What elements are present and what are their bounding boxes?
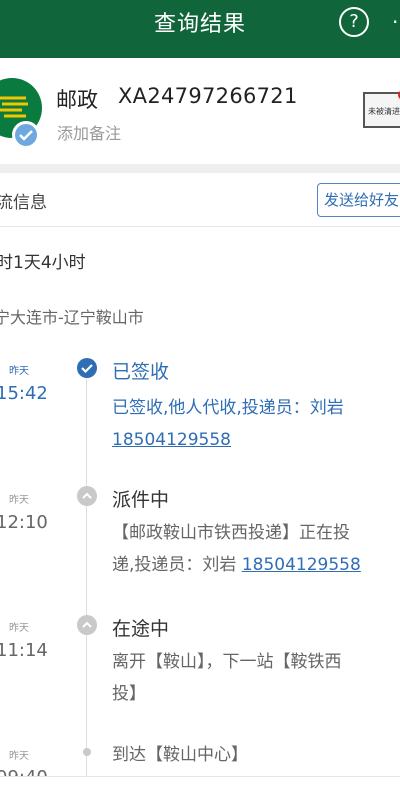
event-description: 已签收,他人代收,投递员：刘岩 bbox=[112, 398, 344, 418]
help-icon[interactable]: ? bbox=[339, 7, 369, 37]
send-to-friend-button[interactable]: 发送给好友 bbox=[317, 183, 400, 217]
event-status: 在途中 bbox=[112, 618, 170, 640]
event-description-text: 递,投递员：刘岩 bbox=[112, 555, 242, 575]
event-description-line2: 递,投递员：刘岩 18504129558 bbox=[112, 550, 400, 580]
divider bbox=[0, 226, 400, 227]
transit-duration: 时1天4小时 bbox=[0, 253, 86, 273]
event-date: 昨天 bbox=[9, 623, 29, 634]
chevron-up-icon bbox=[77, 486, 97, 506]
checkmark-icon bbox=[19, 130, 33, 141]
event-date: 昨天 bbox=[9, 366, 29, 377]
china-post-logo-mark bbox=[0, 96, 28, 118]
event-description-line2: 投】 bbox=[112, 684, 146, 704]
courier-phone-link[interactable]: 18504129558 bbox=[242, 555, 361, 575]
event-date: 昨天 bbox=[9, 495, 29, 506]
top-app-bar: 查询结果 ? · bbox=[0, 0, 400, 58]
event-description: 离开【鞍山】，下一站【鞍铁西 bbox=[112, 652, 342, 672]
carrier-name: 邮政 bbox=[56, 88, 98, 112]
add-remark-link[interactable]: 添加备注 bbox=[57, 120, 121, 144]
logistics-section-title: 流信息 bbox=[0, 193, 47, 213]
event-time: 15:42 bbox=[0, 383, 48, 404]
tracking-number: XA24797266721 bbox=[118, 84, 298, 108]
stamp-thumbnail[interactable]: 未被清进 bbox=[363, 90, 400, 128]
event-time: 11:14 bbox=[0, 640, 48, 661]
chevron-up-icon bbox=[77, 615, 97, 635]
stamp-text: 未被清进 bbox=[368, 107, 400, 116]
event-status: 到达【鞍山中心】 bbox=[112, 745, 248, 765]
event-description: 【邮政鞍山市铁西投递】正在投 bbox=[112, 523, 350, 543]
timeline-line bbox=[86, 368, 87, 778]
timeline-dot bbox=[83, 748, 91, 756]
bottom-edge bbox=[0, 776, 400, 789]
signed-check-icon bbox=[77, 358, 97, 378]
courier-phone-link[interactable]: 18504129558 bbox=[112, 430, 231, 450]
event-phone-line: 18504129558 bbox=[112, 425, 400, 455]
shipment-card: 邮政 XA24797266721 添加备注 未被清进 bbox=[0, 58, 400, 164]
more-icon[interactable]: · bbox=[392, 10, 400, 34]
event-time: 12:10 bbox=[0, 512, 48, 533]
event-date: 昨天 bbox=[9, 751, 29, 762]
event-status: 派件中 bbox=[112, 489, 170, 511]
transit-route: 宁大连市-辽宁鞍山市 bbox=[0, 308, 144, 327]
section-separator bbox=[0, 164, 400, 173]
event-status: 已签收 bbox=[112, 361, 170, 383]
verified-badge-icon bbox=[12, 121, 40, 149]
